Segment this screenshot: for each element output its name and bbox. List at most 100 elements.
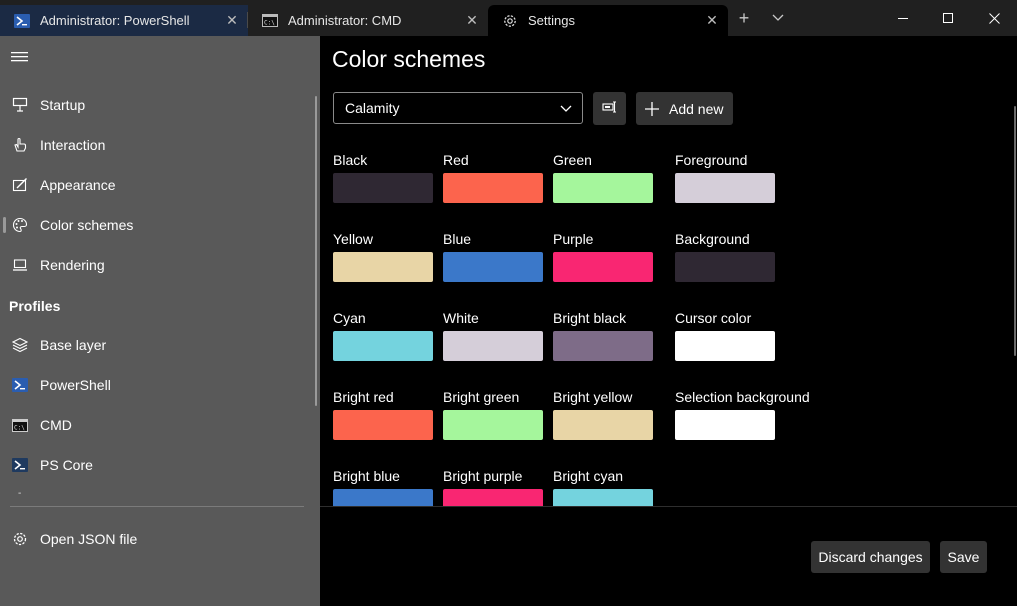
page-title: Color schemes <box>332 46 486 72</box>
sidebar-item-label: Color schemes <box>40 217 134 233</box>
color-swatch-button[interactable] <box>333 331 433 361</box>
color-label: Bright cyan <box>553 468 624 484</box>
chevron-down-icon[interactable] <box>768 8 788 28</box>
cmd-icon: C:\ <box>11 416 29 434</box>
gear-icon <box>502 13 518 29</box>
color-label: Yellow <box>333 231 373 247</box>
open-json-file-button[interactable]: Open JSON file <box>0 522 320 556</box>
color-swatch-button[interactable] <box>675 252 775 282</box>
sidebar-item-appearance[interactable]: Appearance <box>0 168 320 202</box>
tab-label: Administrator: CMD <box>288 13 402 28</box>
ps-core-icon <box>11 456 29 474</box>
svg-text:C:\: C:\ <box>264 20 275 27</box>
sidebar-item-ps-core[interactable]: PS Core <box>0 448 320 482</box>
title-bar: Administrator: PowerShell ✕ C:\ Administ… <box>0 0 1017 36</box>
powershell-icon <box>11 376 29 394</box>
main-scrollbar[interactable] <box>1014 106 1016 356</box>
svg-text:C:\: C:\ <box>14 424 25 431</box>
tab-settings[interactable]: Settings ✕ <box>488 5 728 36</box>
close-icon[interactable] <box>971 0 1017 36</box>
sidebar-item-rendering[interactable]: Rendering <box>0 248 320 282</box>
color-scheme-dropdown[interactable]: Calamity <box>333 92 583 124</box>
hamburger-icon[interactable] <box>11 50 29 64</box>
color-swatch-button[interactable] <box>675 331 775 361</box>
color-label: White <box>443 310 479 326</box>
truncated-item: - <box>18 488 22 499</box>
cmd-icon: C:\ <box>262 13 278 29</box>
rename-scheme-button[interactable] <box>593 92 626 125</box>
sidebar-item-interaction[interactable]: Interaction <box>0 128 320 162</box>
color-swatch-button[interactable] <box>443 331 543 361</box>
sidebar-item-label: PS Core <box>40 457 93 473</box>
color-label: Black <box>333 152 368 168</box>
color-swatch-button[interactable] <box>553 489 653 506</box>
color-swatch-button[interactable] <box>333 173 433 203</box>
sidebar-item-label: Startup <box>40 97 86 113</box>
color-label: Background <box>675 231 750 247</box>
layers-icon <box>11 336 29 354</box>
color-swatch-button[interactable] <box>675 173 775 203</box>
color-swatch-button[interactable] <box>553 410 653 440</box>
color-swatch-grid: Black Yellow Cyan Bright red Bright blue Red B… <box>320 136 1017 506</box>
color-label: Bright black <box>553 310 627 326</box>
close-tab-icon[interactable]: ✕ <box>464 12 480 28</box>
color-label: Green <box>553 152 592 168</box>
color-label: Foreground <box>675 152 748 168</box>
sidebar-item-label: PowerShell <box>40 377 111 393</box>
sidebar-item-label: Interaction <box>40 137 106 153</box>
minimize-icon[interactable] <box>880 0 926 36</box>
paint-brush-icon <box>11 176 29 194</box>
powershell-icon <box>14 13 30 29</box>
color-label: Selection background <box>675 389 810 405</box>
close-tab-icon[interactable]: ✕ <box>704 12 720 28</box>
tab-label: Administrator: PowerShell <box>40 13 190 28</box>
color-swatch-button[interactable] <box>333 410 433 440</box>
monitor-pin-icon <box>11 96 29 114</box>
color-label: Red <box>443 152 469 168</box>
chevron-down-icon <box>559 101 573 115</box>
sidebar: Startup Interaction Appearance Color sch… <box>0 36 320 606</box>
color-swatch-button[interactable] <box>553 173 653 203</box>
sidebar-item-label: Open JSON file <box>40 531 138 547</box>
maximize-icon[interactable] <box>925 0 971 36</box>
plus-icon <box>644 101 660 117</box>
sidebar-item-powershell[interactable]: PowerShell <box>0 368 320 402</box>
color-swatch-button[interactable] <box>553 331 653 361</box>
plus-icon[interactable]: + <box>734 8 754 28</box>
color-label: Bright yellow <box>553 389 633 405</box>
color-swatch-button[interactable] <box>675 410 775 440</box>
tab-cmd[interactable]: C:\ Administrator: CMD ✕ <box>248 5 488 36</box>
footer-divider <box>320 506 1017 507</box>
sidebar-item-label: Rendering <box>40 257 105 273</box>
sidebar-scrollbar[interactable] <box>315 96 317 406</box>
sidebar-item-base-layer[interactable]: Base layer <box>0 328 320 362</box>
sidebar-item-color-schemes[interactable]: Color schemes <box>0 208 320 242</box>
color-label: Purple <box>553 231 594 247</box>
sidebar-item-label: Appearance <box>40 177 116 193</box>
discard-changes-button[interactable]: Discard changes <box>811 541 930 573</box>
sidebar-item-cmd[interactable]: C:\ CMD <box>0 408 320 442</box>
sidebar-divider <box>10 506 304 507</box>
color-label: Cursor color <box>675 310 752 326</box>
gear-icon <box>11 530 29 548</box>
hand-pointer-icon <box>11 136 29 154</box>
color-swatch-button[interactable] <box>333 252 433 282</box>
color-swatch-button[interactable] <box>443 410 543 440</box>
add-new-label: Add new <box>669 100 724 117</box>
color-label: Bright blue <box>333 468 400 484</box>
color-label: Bright red <box>333 389 394 405</box>
tab-powershell[interactable]: Administrator: PowerShell ✕ <box>0 5 248 36</box>
color-swatch-button[interactable] <box>443 252 543 282</box>
add-new-button[interactable]: Add new <box>636 92 733 125</box>
color-swatch-button[interactable] <box>553 252 653 282</box>
color-swatch-button[interactable] <box>443 173 543 203</box>
sidebar-item-startup[interactable]: Startup <box>0 88 320 122</box>
color-label: Bright purple <box>443 468 523 484</box>
tab-separator <box>247 12 248 28</box>
palette-icon <box>11 216 29 234</box>
color-swatch-button[interactable] <box>443 489 543 506</box>
tab-label: Settings <box>528 13 575 28</box>
save-button[interactable]: Save <box>940 541 987 573</box>
close-tab-icon[interactable]: ✕ <box>224 12 240 28</box>
color-swatch-button[interactable] <box>333 489 433 506</box>
